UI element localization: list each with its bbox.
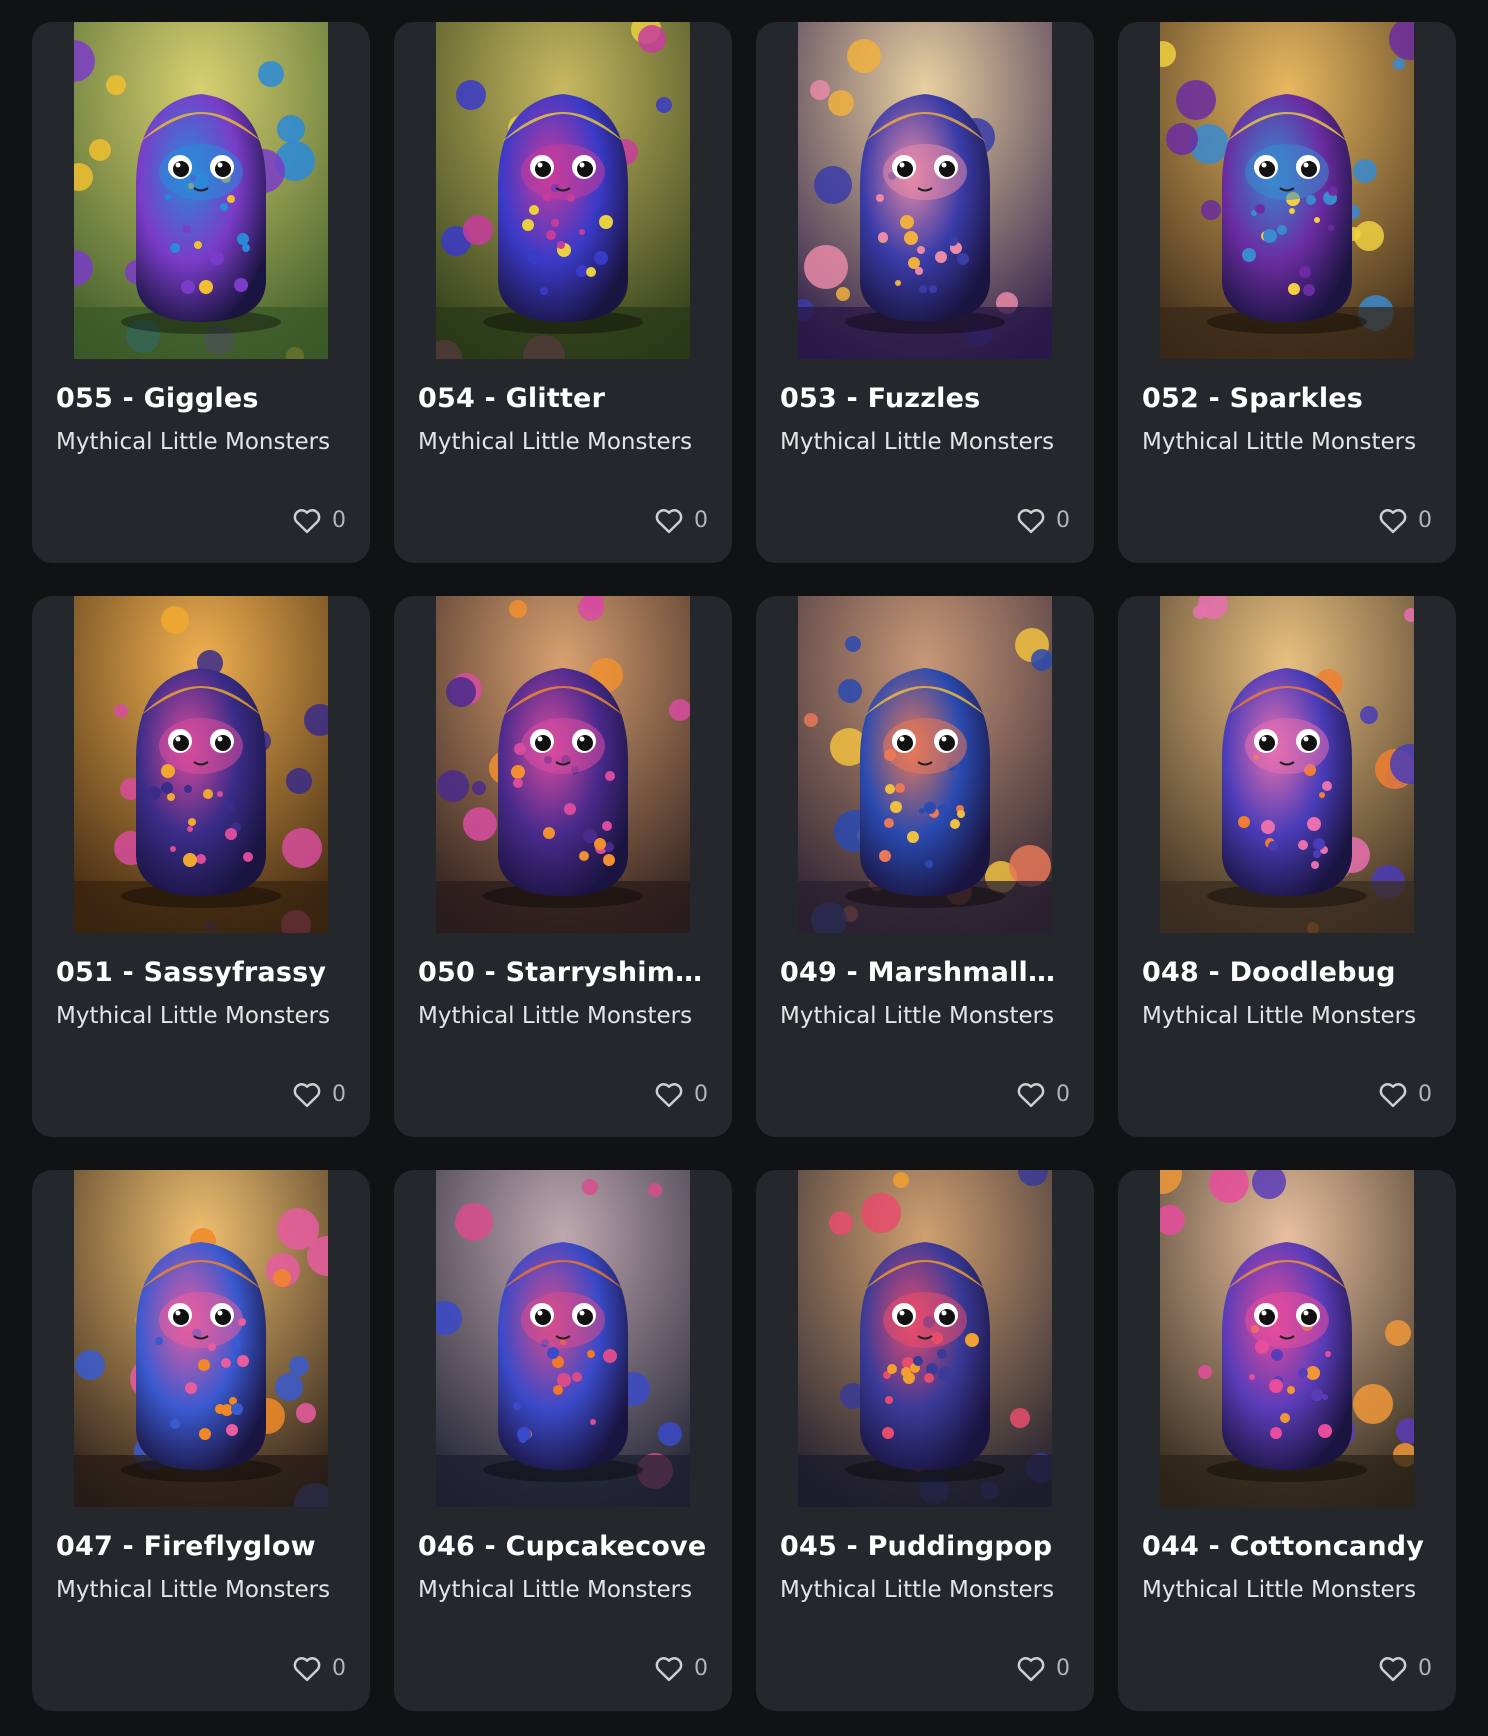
nft-card[interactable]: 046 - Cupcakecove Mythical Little Monster…: [394, 1170, 732, 1711]
like-count: 0: [332, 1655, 346, 1681]
like-count: 0: [694, 507, 708, 533]
like-button[interactable]: 0: [1378, 1654, 1432, 1682]
like-button[interactable]: 0: [654, 506, 708, 534]
like-count: 0: [694, 1081, 708, 1107]
heart-icon[interactable]: [292, 1654, 322, 1682]
nft-thumbnail-image[interactable]: [74, 596, 328, 933]
nft-thumbnail-image[interactable]: [436, 1170, 690, 1507]
nft-title[interactable]: 051 - Sassyfrassy: [56, 957, 346, 988]
like-button[interactable]: 0: [654, 1654, 708, 1682]
collection-name[interactable]: Mythical Little Monsters: [418, 1003, 718, 1029]
like-count: 0: [694, 1655, 708, 1681]
nft-card[interactable]: 053 - Fuzzles Mythical Little Monsters 0: [756, 22, 1094, 563]
like-button[interactable]: 0: [1378, 506, 1432, 534]
like-button[interactable]: 0: [1016, 1654, 1070, 1682]
collection-name[interactable]: Mythical Little Monsters: [56, 1003, 356, 1029]
nft-thumbnail-image[interactable]: [1160, 1170, 1414, 1507]
nft-thumbnail-image[interactable]: [798, 1170, 1052, 1507]
nft-thumbnail-image[interactable]: [1160, 596, 1414, 933]
nft-thumbnail-image[interactable]: [74, 22, 328, 359]
nft-card[interactable]: 048 - Doodlebug Mythical Little Monsters …: [1118, 596, 1456, 1137]
nft-title[interactable]: 044 - Cottoncandy: [1142, 1531, 1432, 1562]
nft-card[interactable]: 045 - Puddingpop Mythical Little Monsters…: [756, 1170, 1094, 1711]
nft-thumbnail-image[interactable]: [436, 22, 690, 359]
heart-icon[interactable]: [292, 506, 322, 534]
collection-name[interactable]: Mythical Little Monsters: [56, 429, 356, 455]
heart-icon[interactable]: [1378, 1654, 1408, 1682]
nft-card[interactable]: 044 - Cottoncandy Mythical Little Monster…: [1118, 1170, 1456, 1711]
nft-thumbnail-image[interactable]: [798, 22, 1052, 359]
nft-card[interactable]: 049 - Marshmallowmallow Mythical Little M…: [756, 596, 1094, 1137]
heart-icon[interactable]: [1378, 1080, 1408, 1108]
nft-card-grid: 055 - Giggles Mythical Little Monsters 0: [32, 22, 1456, 1711]
collection-name[interactable]: Mythical Little Monsters: [1142, 1577, 1442, 1603]
nft-title[interactable]: 047 - Fireflyglow: [56, 1531, 346, 1562]
heart-icon[interactable]: [654, 1080, 684, 1108]
nft-thumbnail-image[interactable]: [74, 1170, 328, 1507]
nft-title[interactable]: 046 - Cupcakecove: [418, 1531, 708, 1562]
collection-name[interactable]: Mythical Little Monsters: [780, 1577, 1080, 1603]
like-button[interactable]: 0: [1016, 1080, 1070, 1108]
collection-name[interactable]: Mythical Little Monsters: [418, 429, 718, 455]
nft-card[interactable]: 052 - Sparkles Mythical Little Monsters 0: [1118, 22, 1456, 563]
nft-card[interactable]: 050 - Starryshimmer Mythical Little Monst…: [394, 596, 732, 1137]
nft-title[interactable]: 053 - Fuzzles: [780, 383, 1070, 414]
nft-title[interactable]: 052 - Sparkles: [1142, 383, 1432, 414]
nft-title[interactable]: 048 - Doodlebug: [1142, 957, 1432, 988]
nft-card[interactable]: 055 - Giggles Mythical Little Monsters 0: [32, 22, 370, 563]
nft-thumbnail-image[interactable]: [436, 596, 690, 933]
like-count: 0: [1418, 1081, 1432, 1107]
like-count: 0: [1418, 1655, 1432, 1681]
heart-icon[interactable]: [654, 506, 684, 534]
nft-card[interactable]: 051 - Sassyfrassy Mythical Little Monster…: [32, 596, 370, 1137]
heart-icon[interactable]: [654, 1654, 684, 1682]
like-count: 0: [1056, 507, 1070, 533]
nft-thumbnail-image[interactable]: [798, 596, 1052, 933]
collection-name[interactable]: Mythical Little Monsters: [780, 429, 1080, 455]
collection-name[interactable]: Mythical Little Monsters: [780, 1003, 1080, 1029]
nft-card[interactable]: 054 - Glitter Mythical Little Monsters 0: [394, 22, 732, 563]
heart-icon[interactable]: [1016, 1080, 1046, 1108]
like-count: 0: [1418, 507, 1432, 533]
nft-thumbnail-image[interactable]: [1160, 22, 1414, 359]
heart-icon[interactable]: [1016, 1654, 1046, 1682]
like-button[interactable]: 0: [654, 1080, 708, 1108]
nft-title[interactable]: 050 - Starryshimmer: [418, 957, 708, 988]
nft-title[interactable]: 049 - Marshmallowmallow: [780, 957, 1070, 988]
nft-title[interactable]: 045 - Puddingpop: [780, 1531, 1070, 1562]
heart-icon[interactable]: [1378, 506, 1408, 534]
like-button[interactable]: 0: [292, 1080, 346, 1108]
nft-card[interactable]: 047 - Fireflyglow Mythical Little Monster…: [32, 1170, 370, 1711]
like-count: 0: [1056, 1655, 1070, 1681]
nft-title[interactable]: 054 - Glitter: [418, 383, 708, 414]
like-button[interactable]: 0: [292, 506, 346, 534]
heart-icon[interactable]: [1016, 506, 1046, 534]
like-count: 0: [332, 507, 346, 533]
like-button[interactable]: 0: [292, 1654, 346, 1682]
like-button[interactable]: 0: [1378, 1080, 1432, 1108]
collection-name[interactable]: Mythical Little Monsters: [418, 1577, 718, 1603]
like-count: 0: [1056, 1081, 1070, 1107]
like-button[interactable]: 0: [1016, 506, 1070, 534]
collection-name[interactable]: Mythical Little Monsters: [56, 1577, 356, 1603]
like-count: 0: [332, 1081, 346, 1107]
heart-icon[interactable]: [292, 1080, 322, 1108]
collection-name[interactable]: Mythical Little Monsters: [1142, 1003, 1442, 1029]
collection-name[interactable]: Mythical Little Monsters: [1142, 429, 1442, 455]
nft-title[interactable]: 055 - Giggles: [56, 383, 346, 414]
